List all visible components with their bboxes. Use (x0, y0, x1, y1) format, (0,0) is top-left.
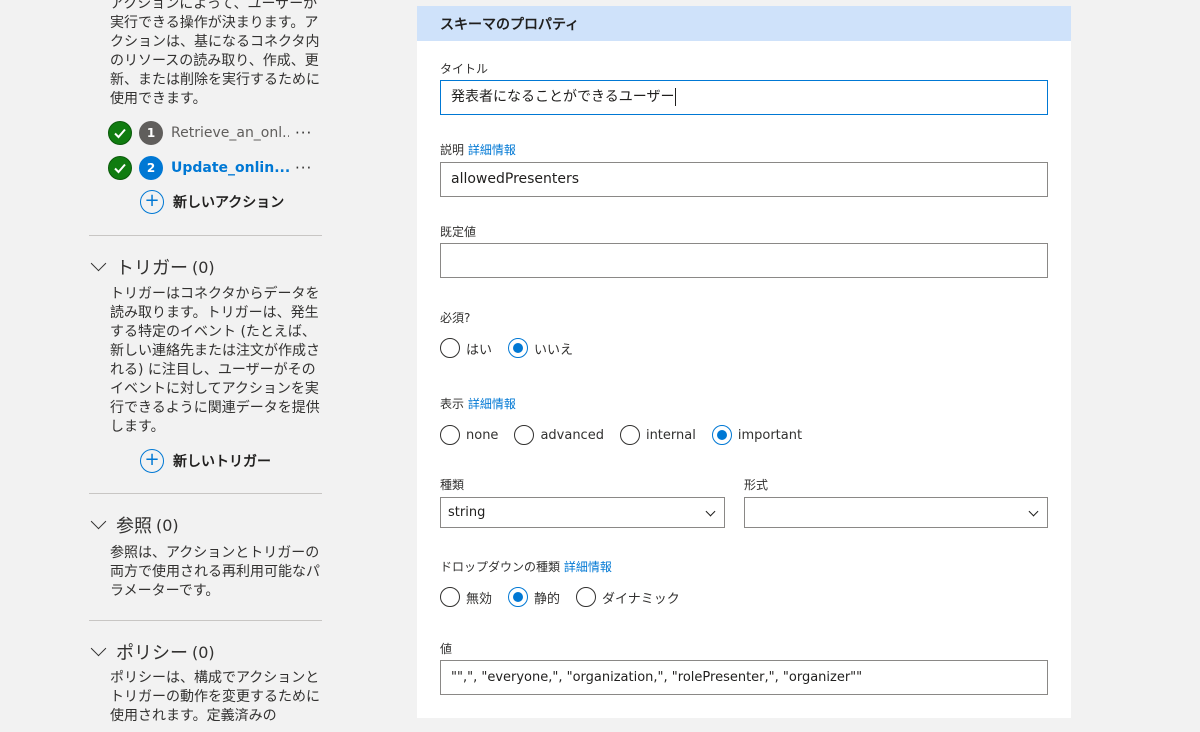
visibility-option-important[interactable]: important (711, 425, 802, 445)
triggers-title: トリガー (116, 258, 188, 279)
required-option-yes[interactable]: はい (440, 338, 492, 358)
left-panel: アクションによって、ユーザーが実行できる操作が決まります。アクションは、基になる… (0, 0, 330, 732)
radio-circle-selected (508, 338, 529, 358)
radio-circle (440, 587, 460, 607)
visibility-option-internal[interactable]: internal (619, 425, 696, 445)
plus-icon: + (140, 190, 164, 214)
divider (89, 620, 322, 621)
schema-properties-panel: スキーマのプロパティ タイトル 発表者になることができるユーザー 説明 詳細情報… (417, 6, 1071, 718)
radio-circle (619, 425, 640, 445)
references-section-header[interactable]: 参照 (0) (90, 512, 179, 538)
chevron-down-icon (90, 643, 108, 661)
policies-count: (0) (192, 642, 215, 662)
description-input[interactable]: allowedPresenters (440, 162, 1048, 197)
type-select[interactable]: string (440, 497, 725, 528)
required-radio-group: はい いいえ (440, 337, 589, 359)
radio-circle (440, 425, 460, 445)
new-trigger-label: 新しいトリガー (173, 454, 271, 470)
action-item-1[interactable]: 1 Retrieve_an_onl... ··· (108, 120, 323, 146)
new-action-label: 新しいアクション (173, 195, 285, 211)
plus-icon: + (140, 449, 164, 473)
more-icon[interactable]: ··· (295, 159, 312, 177)
visibility-radio-group: none advanced internal important (440, 424, 818, 446)
chevron-down-icon (1028, 506, 1039, 517)
new-trigger-button[interactable]: + 新しいトリガー (140, 448, 271, 474)
references-description: 参照は、アクションとトリガーの両方で使用される再利用可能なパラメーターです。 (110, 545, 320, 599)
check-icon (108, 156, 132, 180)
references-count: (0) (156, 515, 179, 535)
step-number: 2 (139, 156, 163, 180)
values-label: 値 (440, 642, 453, 656)
dropdown-option-static[interactable]: 静的 (508, 587, 560, 607)
radio-circle (514, 425, 535, 445)
visibility-learn-more-link[interactable]: 詳細情報 (468, 397, 516, 411)
references-title: 参照 (116, 516, 152, 537)
policies-section-header[interactable]: ポリシー (0) (90, 639, 215, 665)
visibility-label-text: 表示 (440, 397, 465, 411)
radio-circle-selected (711, 425, 732, 445)
description-label: 説明 詳細情報 (440, 141, 516, 158)
action-item-2[interactable]: 2 Update_onlin... ··· (108, 155, 323, 181)
default-value-label: 既定値 (440, 225, 477, 239)
visibility-option-advanced[interactable]: advanced (514, 425, 604, 445)
action-label: Update_onlin... (171, 160, 289, 176)
description-learn-more-link[interactable]: 詳細情報 (468, 143, 516, 157)
type-label: 種類 (440, 478, 465, 492)
required-label: 必須? (440, 311, 471, 325)
triggers-description: トリガーはコネクタからデータを読み取ります。トリガーは、発生する特定のイベント … (110, 286, 320, 435)
visibility-label: 表示 詳細情報 (440, 395, 516, 412)
step-number: 1 (139, 121, 163, 145)
dropdown-option-dynamic[interactable]: ダイナミック (576, 587, 680, 607)
format-select[interactable] (744, 497, 1048, 528)
chevron-down-icon (90, 516, 108, 534)
text-cursor (675, 88, 677, 106)
dropdown-option-disabled[interactable]: 無効 (440, 587, 492, 607)
chevron-down-icon (90, 258, 108, 276)
required-option-no[interactable]: いいえ (508, 338, 573, 358)
triggers-section-header[interactable]: トリガー (0) (90, 254, 215, 280)
chevron-down-icon (705, 506, 716, 517)
panel-header: スキーマのプロパティ (417, 6, 1071, 41)
actions-description: アクションによって、ユーザーが実行できる操作が決まります。アクションは、基になる… (110, 0, 320, 107)
dropdown-type-label-text: ドロップダウンの種類 (440, 560, 561, 574)
type-select-value: string (448, 505, 486, 520)
divider (89, 493, 322, 494)
description-label-text: 説明 (440, 143, 465, 157)
dropdown-type-label: ドロップダウンの種類 詳細情報 (440, 558, 612, 575)
action-label: Retrieve_an_onl... (171, 125, 289, 141)
title-value: 発表者になることができるユーザー (451, 89, 675, 105)
policies-description: ポリシーは、構成でアクションとトリガーの動作を変更するために使用されます。定義済… (110, 670, 320, 724)
radio-circle (440, 338, 460, 358)
dropdown-learn-more-link[interactable]: 詳細情報 (564, 560, 612, 574)
values-input[interactable]: "",", "everyone,", "organization,", "rol… (440, 660, 1048, 695)
title-input[interactable]: 発表者になることができるユーザー (440, 80, 1048, 115)
triggers-count: (0) (192, 257, 215, 277)
policies-title: ポリシー (116, 643, 188, 664)
visibility-option-none[interactable]: none (440, 425, 498, 445)
new-action-button[interactable]: + 新しいアクション (140, 189, 284, 215)
format-label: 形式 (744, 478, 769, 492)
title-label: タイトル (440, 62, 489, 76)
dropdown-type-radio-group: 無効 静的 ダイナミック (440, 586, 696, 608)
check-icon (108, 121, 132, 145)
default-value-input[interactable] (440, 243, 1048, 278)
radio-circle-selected (508, 587, 529, 607)
radio-circle (576, 587, 597, 607)
more-icon[interactable]: ··· (295, 124, 312, 142)
divider (89, 235, 322, 236)
